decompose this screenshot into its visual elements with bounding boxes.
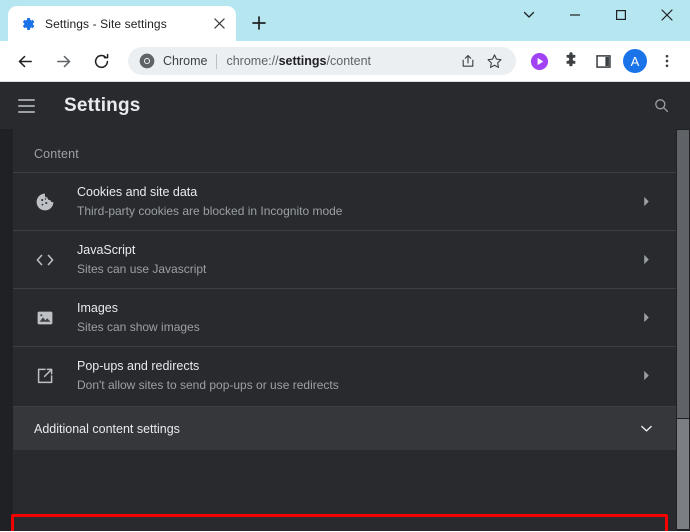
- share-button[interactable]: [456, 49, 480, 73]
- bookmark-button[interactable]: [482, 49, 506, 73]
- hamburger-menu-button[interactable]: [18, 93, 44, 119]
- url-bold: settings: [279, 54, 327, 68]
- forward-button[interactable]: [48, 46, 78, 76]
- url-prefix: chrome://: [226, 54, 278, 68]
- settings-page: Settings Content: [0, 82, 690, 531]
- minimize-icon: [569, 9, 581, 21]
- address-bar[interactable]: Chrome chrome://settings/content: [128, 47, 516, 75]
- avatar[interactable]: A: [623, 49, 647, 73]
- side-panel-icon: [595, 53, 612, 70]
- row-text: JavaScript Sites can use Javascript: [77, 242, 636, 278]
- additional-content-settings-label: Additional content settings: [34, 422, 636, 436]
- star-icon: [486, 53, 503, 70]
- omnibox-chip-label: Chrome: [163, 54, 207, 68]
- code-brackets-icon: [34, 249, 56, 271]
- browser-window: Settings - Site settings: [0, 0, 690, 532]
- row-text: Pop-ups and redirects Don't allow sites …: [77, 358, 636, 394]
- back-button[interactable]: [10, 46, 40, 76]
- search-icon: [653, 97, 670, 114]
- row-subtitle: Don't allow sites to send pop-ups or use…: [77, 377, 636, 394]
- media-control-button[interactable]: [525, 47, 553, 75]
- maximize-icon: [615, 9, 627, 21]
- minimize-button[interactable]: [552, 0, 598, 30]
- close-icon: [214, 18, 225, 29]
- section-label: Content: [13, 129, 676, 172]
- hamburger-bar: [18, 99, 35, 101]
- row-title: JavaScript: [77, 242, 636, 259]
- open-in-new-icon: [34, 365, 56, 387]
- title-bar: Settings - Site settings: [0, 0, 690, 41]
- browser-toolbar: Chrome chrome://settings/content: [0, 41, 690, 82]
- row-text: Images Sites can show images: [77, 300, 636, 336]
- close-window-button[interactable]: [644, 0, 690, 30]
- row-title: Images: [77, 300, 636, 317]
- omnibox-url-text: chrome://settings/content: [226, 54, 454, 68]
- row-subtitle: Sites can show images: [77, 319, 636, 336]
- chevron-down-icon[interactable]: [636, 419, 656, 439]
- settings-header: Settings: [0, 82, 690, 129]
- setting-row-cookies[interactable]: Cookies and site data Third-party cookie…: [13, 172, 676, 230]
- extensions-button[interactable]: [557, 47, 585, 75]
- additional-content-settings-row[interactable]: Additional content settings: [13, 406, 676, 450]
- back-arrow-icon: [16, 52, 35, 71]
- settings-gear-favicon: [20, 16, 36, 32]
- reload-button[interactable]: [86, 46, 116, 76]
- tab-title: Settings - Site settings: [45, 17, 201, 31]
- window-controls: [506, 0, 690, 41]
- share-icon: [460, 53, 476, 69]
- chevron-right-icon[interactable]: [636, 192, 656, 212]
- row-subtitle: Third-party cookies are blocked in Incog…: [77, 203, 636, 220]
- row-subtitle: Sites can use Javascript: [77, 261, 636, 278]
- tab-strip: Settings - Site settings: [0, 0, 506, 41]
- setting-row-images[interactable]: Images Sites can show images: [13, 288, 676, 346]
- forward-arrow-icon: [54, 52, 73, 71]
- chevron-right-icon[interactable]: [636, 366, 656, 386]
- plus-icon: [252, 16, 266, 30]
- setting-row-javascript[interactable]: JavaScript Sites can use Javascript: [13, 230, 676, 288]
- hamburger-bar: [18, 111, 35, 113]
- scrollbar-track[interactable]: [676, 129, 690, 531]
- reload-icon: [92, 52, 111, 71]
- row-text: Cookies and site data Third-party cookie…: [77, 184, 636, 220]
- page-title: Settings: [64, 95, 141, 117]
- close-icon: [661, 9, 673, 21]
- hamburger-bar: [18, 105, 35, 107]
- content-settings-card: Content Cookies and site data: [13, 129, 676, 531]
- chevron-down-icon: [523, 9, 535, 21]
- row-title: Pop-ups and redirects: [77, 358, 636, 375]
- three-dot-menu-icon: [659, 53, 675, 69]
- extensions-puzzle-icon: [562, 52, 580, 70]
- url-suffix: /content: [327, 54, 371, 68]
- chevron-right-icon[interactable]: [636, 308, 656, 328]
- scrollbar-thumb[interactable]: [677, 130, 689, 418]
- side-panel-button[interactable]: [589, 47, 617, 75]
- image-icon: [34, 307, 56, 329]
- settings-content-scroll: Content Cookies and site data: [0, 129, 690, 531]
- tab-search-button[interactable]: [506, 0, 552, 30]
- omnibox-divider: [216, 54, 217, 69]
- cookie-icon: [34, 191, 56, 213]
- media-play-icon: [530, 52, 549, 71]
- chevron-right-icon[interactable]: [636, 250, 656, 270]
- row-title: Cookies and site data: [77, 184, 636, 201]
- settings-search-button[interactable]: [646, 91, 676, 121]
- browser-tab[interactable]: Settings - Site settings: [8, 6, 236, 41]
- setting-row-popups[interactable]: Pop-ups and redirects Don't allow sites …: [13, 346, 676, 404]
- scrollbar-thumb-lower[interactable]: [677, 419, 689, 529]
- close-tab-button[interactable]: [210, 15, 228, 33]
- browser-menu-button[interactable]: [653, 47, 681, 75]
- maximize-button[interactable]: [598, 0, 644, 30]
- new-tab-button[interactable]: [245, 9, 273, 37]
- chrome-logo-icon: [139, 53, 155, 69]
